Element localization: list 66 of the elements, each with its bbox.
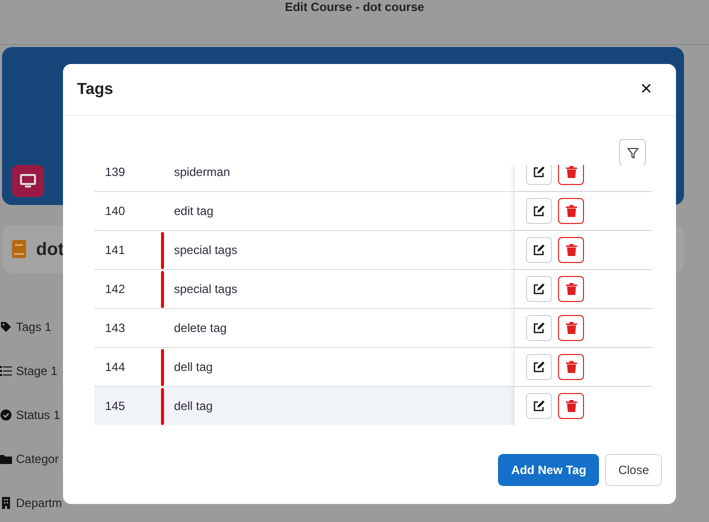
tag-id: 143 — [104, 321, 126, 335]
tag-id: 144 — [104, 360, 126, 374]
edit-icon — [533, 205, 545, 217]
edit-button[interactable] — [526, 237, 552, 263]
edit-icon — [533, 400, 545, 412]
field-label: Departm — [16, 496, 62, 510]
folder-icon — [0, 453, 12, 465]
trash-icon — [566, 244, 576, 256]
edit-icon — [533, 166, 545, 178]
delete-button[interactable] — [558, 393, 584, 419]
field-label: Categor — [16, 452, 59, 466]
edit-button[interactable] — [526, 354, 552, 380]
edit-button[interactable] — [526, 165, 552, 185]
trash-icon — [566, 322, 576, 334]
delete-button[interactable] — [558, 237, 584, 263]
edit-button[interactable] — [526, 276, 552, 302]
list-icon — [0, 365, 12, 377]
tag-id: 140 — [104, 204, 126, 218]
table-row[interactable]: 144 dell tag — [94, 348, 652, 387]
table-row[interactable]: 140 edit tag — [94, 192, 652, 231]
tag-name: dell tag — [174, 399, 213, 413]
trash-icon — [566, 283, 576, 295]
field-label: Status 1 — [16, 408, 60, 422]
edit-icon — [533, 244, 545, 256]
tag-name: edit tag — [174, 204, 214, 218]
tag-name: delete tag — [174, 321, 227, 335]
edit-icon — [533, 322, 545, 334]
table-row[interactable]: 143 delete tag — [94, 309, 652, 348]
edit-icon — [533, 361, 545, 373]
table-row[interactable]: 139 spiderman — [94, 165, 652, 192]
trash-icon — [566, 205, 576, 217]
delete-button[interactable] — [558, 165, 584, 185]
tag-name: spiderman — [174, 165, 230, 179]
table-row[interactable]: 142 special tags — [94, 270, 652, 309]
delete-button[interactable] — [558, 354, 584, 380]
tag-name: special tags — [174, 243, 238, 257]
edit-button[interactable] — [526, 315, 552, 341]
add-tag-button[interactable]: Add New Tag — [498, 454, 600, 486]
tag-name: special tags — [174, 282, 238, 296]
table-row[interactable]: 145 dell tag — [94, 387, 652, 425]
tag-id: 141 — [104, 243, 126, 257]
dialog-title: Tags — [77, 80, 114, 98]
field-label: Stage 1 — [16, 364, 58, 378]
course-name: dot — [36, 238, 64, 260]
edit-button[interactable] — [526, 393, 552, 419]
tag-name: dell tag — [174, 360, 213, 374]
tag-id: 145 — [104, 399, 126, 413]
filter-icon — [626, 146, 638, 158]
edit-icon — [533, 283, 545, 295]
tag-id: 142 — [104, 282, 126, 296]
table-row[interactable]: 141 special tags — [94, 231, 652, 270]
trash-icon — [566, 361, 576, 373]
close-button[interactable]: × — [636, 78, 656, 101]
close-dialog-button[interactable]: Close — [605, 454, 662, 486]
filter-button[interactable] — [619, 139, 646, 166]
tag-id: 139 — [104, 165, 126, 179]
book-icon — [12, 240, 26, 258]
edit-button[interactable] — [526, 198, 552, 224]
trash-icon — [566, 400, 576, 412]
monitor-icon — [12, 165, 44, 197]
delete-button[interactable] — [558, 198, 584, 224]
field-label: Tags 1 — [16, 320, 52, 334]
delete-button[interactable] — [558, 315, 584, 341]
page-title: Edit Course - dot course — [284, 0, 424, 14]
delete-button[interactable] — [558, 276, 584, 302]
trash-icon — [566, 166, 576, 178]
